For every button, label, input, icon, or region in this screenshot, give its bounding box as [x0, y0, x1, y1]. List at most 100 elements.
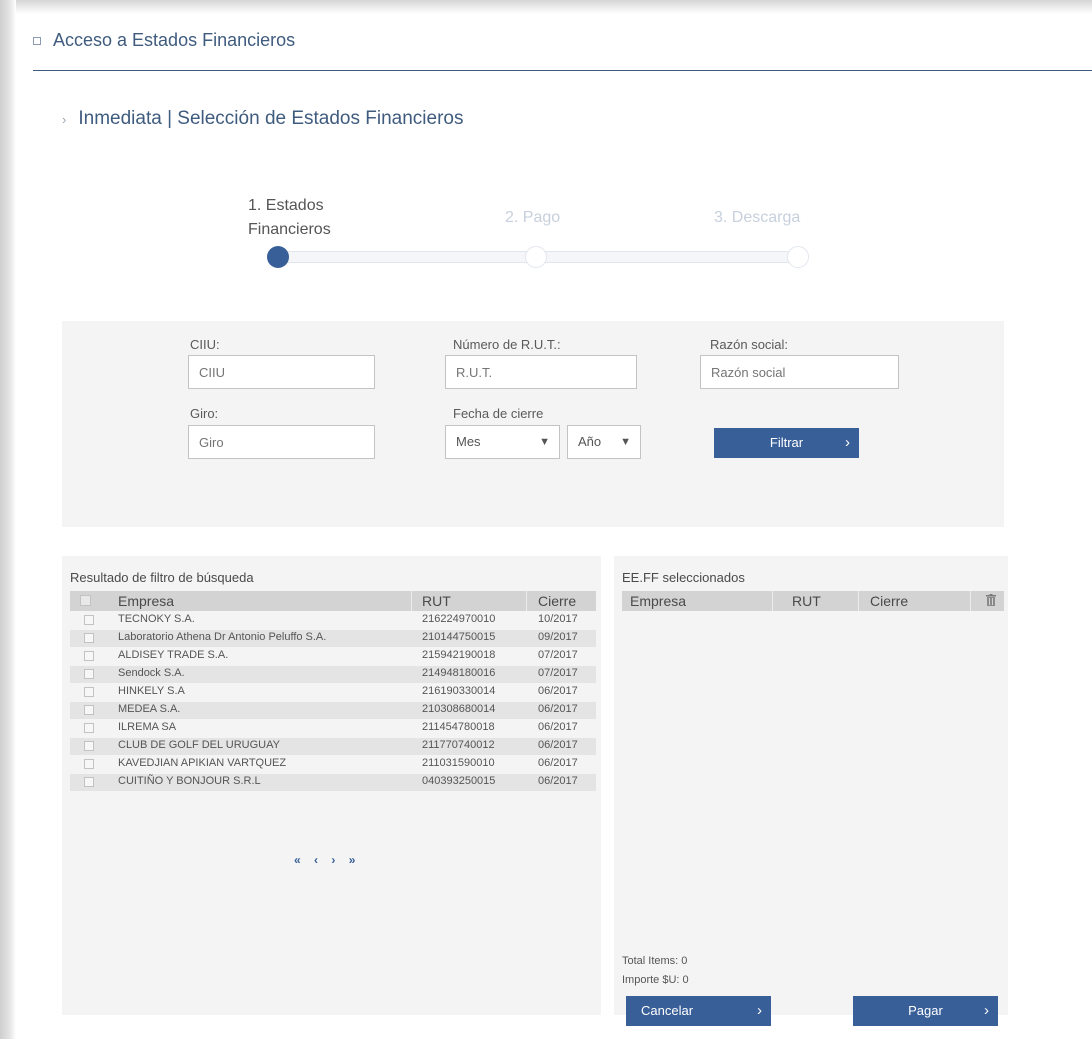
trash-icon[interactable]	[986, 594, 996, 606]
filtrar-button[interactable]: Filtrar ›	[714, 428, 859, 458]
cell-cierre: 06/2017	[538, 685, 578, 697]
cell-cierre: 06/2017	[538, 757, 578, 769]
table-row[interactable]: MEDEA S.A. 210308680014 06/2017	[70, 702, 596, 719]
next-page-icon[interactable]: ›	[331, 853, 335, 867]
window-shadow-left	[0, 0, 16, 1039]
results-title: Resultado de filtro de búsqueda	[70, 570, 254, 585]
chevron-right-icon: ›	[62, 111, 67, 127]
table-row[interactable]: Sendock S.A. 214948180016 07/2017	[70, 666, 596, 683]
pagar-button-label: Pagar	[908, 1003, 943, 1018]
step-1-label-line1: 1. Estados	[248, 197, 324, 214]
col-separator	[970, 591, 971, 611]
step-descarga: 3. Descarga	[714, 209, 801, 226]
pagination: « ‹ › »	[294, 853, 365, 867]
cancelar-button[interactable]: Cancelar ›	[626, 996, 771, 1026]
prev-page-icon[interactable]: ‹	[314, 853, 318, 867]
row-checkbox[interactable]	[84, 615, 94, 625]
row-checkbox[interactable]	[84, 705, 94, 715]
dropdown-arrow-icon: ▼	[539, 436, 550, 448]
chevron-right-icon: ›	[984, 1002, 989, 1019]
ciiu-input[interactable]	[188, 355, 375, 389]
dropdown-arrow-icon: ▼	[620, 436, 631, 448]
table-row[interactable]: ALDISEY TRADE S.A. 215942190018 07/2017	[70, 648, 596, 665]
cell-empresa: MEDEA S.A.	[118, 703, 181, 715]
cell-cierre: 06/2017	[538, 703, 578, 715]
cell-empresa: Sendock S.A.	[118, 667, 185, 679]
col-empresa[interactable]: Empresa	[630, 591, 686, 611]
table-row[interactable]: CUITIÑO Y BONJOUR S.R.L 040393250015 06/…	[70, 774, 596, 791]
cell-rut: 210308680014	[422, 703, 496, 715]
selected-panel	[614, 556, 1008, 1015]
col-separator	[858, 591, 859, 611]
cell-cierre: 07/2017	[538, 649, 578, 661]
cell-empresa: CUITIÑO Y BONJOUR S.R.L	[118, 775, 261, 787]
page-title: Acceso a Estados Financieros	[53, 30, 296, 50]
rut-label: Número de R.U.T.:	[453, 337, 561, 352]
giro-label: Giro:	[190, 406, 219, 421]
selected-title: EE.FF seleccionados	[622, 570, 745, 585]
row-checkbox[interactable]	[84, 633, 94, 643]
col-rut[interactable]: RUT	[422, 591, 451, 611]
cell-rut: 040393250015	[422, 775, 496, 787]
table-row[interactable]: TECNOKY S.A. 216224970010 10/2017	[70, 612, 596, 629]
mes-select-value: Mes	[456, 434, 481, 449]
col-empresa[interactable]: Empresa	[118, 591, 174, 611]
cell-empresa: CLUB DE GOLF DEL URUGUAY	[118, 739, 280, 751]
square-icon	[33, 36, 41, 45]
ciiu-label: CIIU:	[190, 337, 220, 352]
table-row[interactable]: CLUB DE GOLF DEL URUGUAY 211770740012 06…	[70, 738, 596, 755]
step-1-label-line2: Financieros	[248, 221, 331, 238]
row-checkbox[interactable]	[84, 669, 94, 679]
section-title: › Inmediata | Selección de Estados Finan…	[62, 108, 464, 130]
razon-social-input[interactable]	[700, 355, 899, 389]
col-rut[interactable]: RUT	[792, 591, 821, 611]
anio-select[interactable]: Año ▼	[567, 425, 641, 459]
chevron-right-icon: ›	[845, 434, 850, 451]
select-all-checkbox[interactable]	[80, 595, 91, 606]
first-page-icon[interactable]: «	[294, 853, 301, 867]
table-row[interactable]: HINKELY S.A 216190330014 06/2017	[70, 684, 596, 701]
cancelar-button-label: Cancelar	[641, 1003, 694, 1018]
mes-select[interactable]: Mes ▼	[445, 425, 560, 459]
step-1-marker	[267, 246, 289, 268]
results-table-header: Empresa RUT Cierre	[70, 591, 596, 611]
pagar-button[interactable]: Pagar ›	[853, 996, 998, 1026]
cell-rut: 211454780018	[422, 721, 495, 733]
row-checkbox[interactable]	[84, 651, 94, 661]
cell-cierre: 06/2017	[538, 721, 578, 733]
cell-rut: 210144750015	[422, 631, 496, 643]
cell-empresa: ILREMA SA	[118, 721, 177, 733]
rut-input[interactable]	[445, 355, 637, 389]
row-checkbox[interactable]	[84, 687, 94, 697]
row-checkbox[interactable]	[84, 777, 94, 787]
step-pago: 2. Pago	[505, 209, 561, 226]
window-shadow-top	[0, 0, 1092, 14]
anio-select-value: Año	[578, 434, 602, 449]
cell-rut: 214948180016	[422, 667, 496, 679]
row-checkbox[interactable]	[84, 741, 94, 751]
col-cierre[interactable]: Cierre	[870, 591, 908, 611]
col-cierre[interactable]: Cierre	[538, 591, 576, 611]
cell-cierre: 06/2017	[538, 739, 578, 751]
col-separator	[411, 591, 412, 611]
total-items: Total Items: 0	[622, 955, 688, 967]
row-checkbox[interactable]	[84, 759, 94, 769]
step-estados-financieros: 1. Estados Financieros	[248, 194, 331, 242]
table-row[interactable]: KAVEDJIAN APIKIAN VARTQUEZ 211031590010 …	[70, 756, 596, 773]
cell-empresa: ALDISEY TRADE S.A.	[118, 649, 229, 661]
table-row[interactable]: Laboratorio Athena Dr Antonio Peluffo S.…	[70, 630, 596, 647]
cell-cierre: 07/2017	[538, 667, 578, 679]
cell-rut: 211031590010	[422, 757, 495, 769]
cell-rut: 216190330014	[422, 685, 496, 697]
last-page-icon[interactable]: »	[349, 853, 356, 867]
importe-total: Importe $U: 0	[622, 974, 689, 986]
cell-rut: 216224970010	[422, 613, 496, 625]
section-title-text: Inmediata | Selección de Estados Financi…	[78, 108, 464, 129]
table-row[interactable]: ILREMA SA 211454780018 06/2017	[70, 720, 596, 737]
cell-cierre: 10/2017	[538, 613, 578, 625]
cell-cierre: 09/2017	[538, 631, 578, 643]
cell-empresa: Laboratorio Athena Dr Antonio Peluffo S.…	[118, 631, 327, 643]
giro-input[interactable]	[188, 425, 375, 459]
row-checkbox[interactable]	[84, 723, 94, 733]
cell-empresa: TECNOKY S.A.	[118, 613, 195, 625]
